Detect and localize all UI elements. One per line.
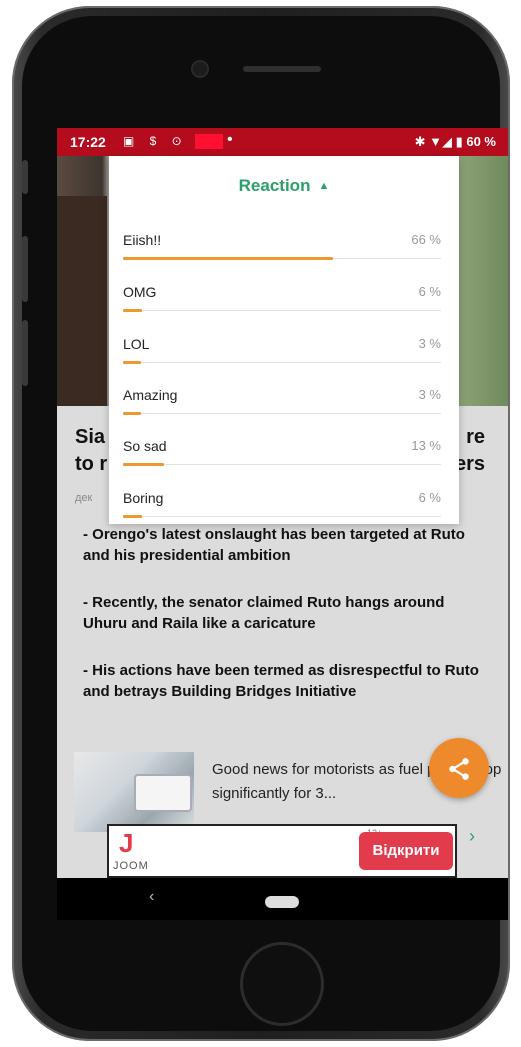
reaction-label: OMG	[123, 284, 157, 300]
news-thumbnail	[74, 752, 194, 832]
share-icon	[446, 754, 472, 781]
status-right-icons: ✱ ▼◢ ▮ 60 %	[414, 134, 496, 149]
reaction-label: Eiish!!	[123, 232, 162, 248]
share-button[interactable]	[429, 738, 489, 798]
reaction-bar	[123, 515, 142, 518]
reaction-bar	[123, 257, 333, 260]
reaction-label: Amazing	[123, 387, 178, 403]
reaction-popup: Reaction ▲ Eiish!! 66 % OMG 6 % LOL 3 % A…	[109, 156, 459, 524]
reaction-percent: 13 %	[411, 438, 441, 453]
ad-banner[interactable]: J JOOM 12+ Відкрити	[107, 824, 457, 878]
reaction-track	[123, 362, 441, 363]
chevron-right-icon[interactable]: ›	[469, 824, 475, 848]
article-summary: - Orengo's latest onslaught has been tar…	[83, 524, 487, 728]
reaction-item[interactable]: OMG 6 %	[123, 284, 441, 336]
status-time: 17:22	[70, 134, 106, 150]
reaction-item[interactable]: Amazing 3 %	[123, 387, 441, 439]
car-image	[134, 774, 192, 812]
volume-down-button	[22, 320, 28, 386]
reaction-label: LOL	[123, 336, 150, 352]
redacted-notification	[195, 134, 223, 149]
reaction-bar	[123, 361, 141, 364]
ad-logo: J	[119, 828, 134, 858]
reaction-label: So sad	[123, 438, 167, 454]
reaction-bar	[123, 309, 142, 312]
reaction-track	[123, 413, 441, 414]
hero-person	[57, 196, 107, 406]
reaction-item[interactable]: Eiish!! 66 %	[123, 232, 441, 284]
reaction-percent: 6 %	[418, 284, 441, 299]
reaction-item[interactable]: Boring 6 %	[123, 490, 441, 542]
mute-switch	[22, 160, 28, 194]
phone-screen: 17:22 ▣ $ ⊙ • ✱ ▼◢ ▮ 60 % Sia to r re er…	[57, 128, 508, 920]
android-nav-bar: ‹	[57, 878, 508, 920]
reaction-track	[123, 310, 441, 311]
summary-bullet: - His actions have been termed as disres…	[83, 662, 479, 700]
reaction-percent: 3 %	[418, 336, 441, 351]
reaction-item[interactable]: So sad 13 %	[123, 438, 441, 490]
back-icon[interactable]: ‹	[149, 888, 154, 906]
ad-brand: JOOM	[113, 860, 149, 872]
front-camera	[193, 62, 207, 76]
earpiece-speaker	[243, 66, 321, 72]
notification-icons: ▣ $ ⊙	[123, 134, 188, 148]
reaction-bar	[123, 463, 164, 466]
caret-up-icon: ▲	[318, 180, 330, 192]
more-notifications-dot: •	[227, 131, 233, 148]
article-title-left: Sia to r	[75, 426, 108, 475]
reaction-title: Reaction	[238, 176, 311, 195]
reaction-toggle[interactable]: Reaction ▲	[109, 176, 459, 196]
reaction-track	[123, 464, 441, 465]
home-button[interactable]	[240, 942, 324, 1026]
nav-home-pill[interactable]	[265, 896, 299, 908]
article-title-right: re ers	[455, 426, 486, 475]
summary-bullet: - Recently, the senator claimed Ruto han…	[83, 594, 445, 632]
reaction-bar	[123, 412, 141, 415]
reaction-track	[123, 516, 441, 517]
reaction-label: Boring	[123, 490, 164, 506]
reaction-percent: 3 %	[418, 387, 441, 402]
article-date: дек	[75, 492, 93, 504]
reaction-percent: 66 %	[411, 232, 441, 247]
volume-up-button	[22, 236, 28, 302]
ad-open-button[interactable]: Відкрити	[359, 832, 453, 870]
status-bar: 17:22 ▣ $ ⊙ • ✱ ▼◢ ▮ 60 %	[57, 128, 508, 156]
reaction-item[interactable]: LOL 3 %	[123, 336, 441, 388]
reaction-percent: 6 %	[418, 490, 441, 505]
